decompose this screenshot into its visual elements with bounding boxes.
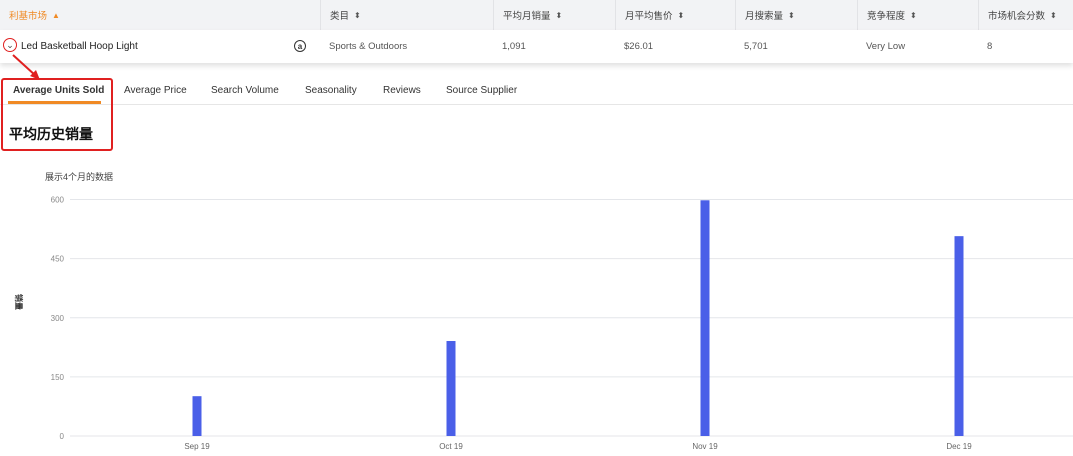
col-avg-price[interactable]: 月平均售价 ⬍ <box>615 0 735 30</box>
sort-icon: ⬍ <box>1050 10 1057 20</box>
search-volume-cell: 5,701 <box>744 41 768 52</box>
tab-seasonality[interactable]: Seasonality <box>305 85 357 96</box>
col-label: 市场机会分数 <box>988 11 1046 22</box>
x-tick-label: Sep 19 <box>184 442 210 451</box>
annotation-arrow <box>12 54 40 80</box>
col-search-volume[interactable]: 月搜索量 ⬍ <box>735 0 857 30</box>
sort-icon: ⬍ <box>677 10 685 20</box>
tab-reviews[interactable]: Reviews <box>383 85 421 96</box>
tab-average-price[interactable]: Average Price <box>124 85 187 96</box>
bar-oct-19 <box>446 341 456 436</box>
col-label: 月搜索量 <box>745 11 784 22</box>
tab-source-supplier[interactable]: Source Supplier <box>446 85 517 96</box>
tab-search-volume[interactable]: Search Volume <box>211 85 279 96</box>
col-label: 竞争程度 <box>867 11 906 22</box>
bar-nov-19 <box>700 200 710 436</box>
col-competition[interactable]: 竞争程度 ⬍ <box>857 0 978 30</box>
table-row[interactable]: ⌄ Led Basketball Hoop Light a Sports & O… <box>0 30 1073 63</box>
avg-sales-cell: 1,091 <box>502 41 526 52</box>
y-tick-label: 450 <box>51 255 65 264</box>
sort-icon: ⬍ <box>354 10 361 20</box>
sort-icon: ⬍ <box>555 10 563 20</box>
col-category[interactable]: 类目 ⬍ <box>320 0 493 30</box>
y-tick-label: 600 <box>51 196 65 205</box>
y-tick-label: 150 <box>51 373 65 382</box>
col-label: 类目 <box>330 11 350 22</box>
competition-cell: Very Low <box>866 41 906 52</box>
sort-icon: ⬍ <box>788 10 795 20</box>
table-header: 利基市场 ▲ 类目 ⬍ 平均月销量 ⬍ 月平均售价 ⬍ 月搜索量 ⬍ 竞争程度 ⬍ 市场机会… <box>0 0 1073 30</box>
tab-bar: Average Units Sold Average Price Search … <box>0 78 1073 105</box>
col-opportunity[interactable]: 市场机会分数 ⬍ <box>978 0 1073 30</box>
col-avg-sales[interactable]: 平均月销量 ⬍ <box>493 0 615 30</box>
bar-chart: 0 150 300 450 600 销量 Sep 19 Oct 19 Nov 19 Dec 19 <box>14 196 1073 451</box>
x-tick-label: Nov 19 <box>692 442 718 451</box>
x-tick-label: Oct 19 <box>439 442 463 451</box>
amazon-icon[interactable]: a <box>294 40 306 52</box>
y-tick-label: 300 <box>51 314 65 323</box>
x-tick-label: Dec 19 <box>946 442 972 451</box>
y-tick-label: 0 <box>60 432 65 441</box>
category-cell: Sports & Outdoors <box>329 41 408 52</box>
opportunity-cell: 8 <box>987 41 993 52</box>
bar-dec-19 <box>954 236 964 436</box>
col-label: 平均月销量 <box>503 11 551 22</box>
col-label: 月平均售价 <box>625 11 673 22</box>
annotation-box <box>1 78 113 151</box>
bar-sep-19 <box>192 396 202 436</box>
y-axis-label: 销量 <box>14 294 24 310</box>
sort-icon: ⬍ <box>910 10 917 20</box>
avg-price-cell: $26.01 <box>624 41 654 52</box>
